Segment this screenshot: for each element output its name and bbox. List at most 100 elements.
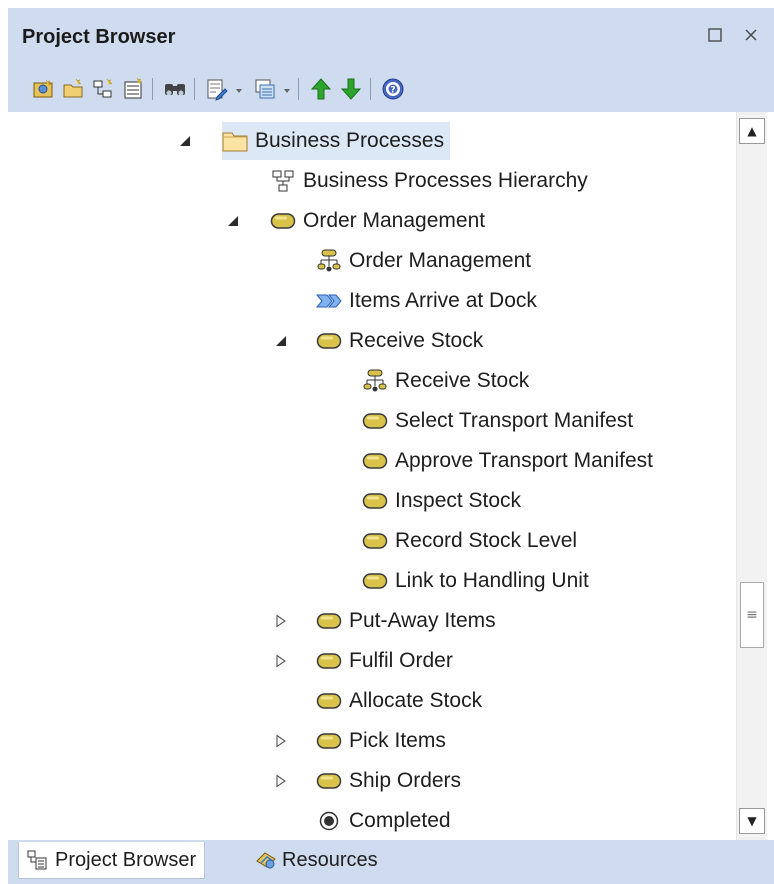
tree-item-label: Order Management: [349, 249, 532, 272]
activity-icon: [362, 528, 388, 554]
svg-text:?: ?: [390, 86, 395, 96]
scrollbar-thumb[interactable]: ≡: [740, 582, 764, 648]
tree-item[interactable]: Approve Transport Manifest: [362, 442, 659, 480]
new-diagram-button[interactable]: [90, 76, 116, 102]
collapsed-triangle-icon[interactable]: [272, 732, 290, 750]
tree-item-label: Put-Away Items: [349, 609, 496, 632]
activity-icon: [316, 728, 342, 754]
activity-diagram-icon: [362, 368, 388, 394]
tree-item[interactable]: Put-Away Items: [316, 602, 502, 640]
event-icon: [316, 288, 342, 314]
tree-item-label: Pick Items: [349, 729, 446, 752]
find-button[interactable]: [162, 76, 188, 102]
maximize-icon: [708, 28, 722, 42]
activity-icon: [362, 568, 388, 594]
tree-item[interactable]: Ship Orders: [316, 762, 467, 800]
activity-icon: [270, 208, 296, 234]
move-up-button[interactable]: [308, 76, 334, 102]
help-button[interactable]: ?: [380, 76, 406, 102]
expanded-triangle-icon[interactable]: [272, 332, 290, 350]
move-up-icon: [310, 78, 332, 100]
tab-resources[interactable]: Resources: [248, 842, 384, 878]
activity-icon: [316, 328, 342, 354]
folder-icon: [222, 128, 248, 154]
scroll-up-icon: ▲: [747, 124, 757, 138]
hierarchy-diagram-icon: [270, 168, 296, 194]
new-diagram-icon: [93, 78, 113, 98]
scroll-up-button[interactable]: ▲: [739, 118, 765, 144]
tab-label: Resources: [282, 848, 378, 871]
tree-item-label: Order Management: [303, 209, 486, 232]
tree-item[interactable]: Order Management: [270, 202, 491, 240]
tree-item[interactable]: Items Arrive at Dock: [316, 282, 543, 320]
new-package-button[interactable]: [60, 76, 86, 102]
toolbar-separator: [370, 78, 371, 100]
tree-item-label: Receive Stock: [395, 369, 530, 392]
new-element-button[interactable]: [120, 76, 146, 102]
chevron-down-icon[interactable]: [282, 86, 292, 96]
project-tree[interactable]: Business Processes Business Processes Hie…: [8, 112, 774, 840]
tree-item-label: Record Stock Level: [395, 529, 578, 552]
view-menu-button[interactable]: [252, 76, 278, 102]
collapsed-triangle-icon[interactable]: [272, 772, 290, 790]
tree-item[interactable]: Business Processes Hierarchy: [270, 162, 594, 200]
activity-icon: [316, 648, 342, 674]
tree-item[interactable]: Record Stock Level: [362, 522, 583, 560]
tab-project-browser[interactable]: Project Browser: [18, 842, 206, 879]
bottom-tab-bar: Project Browser Resources: [8, 840, 774, 884]
activity-diagram-icon: [316, 248, 342, 274]
tree-item[interactable]: Fulfil Order: [316, 642, 459, 680]
close-button[interactable]: [738, 22, 764, 48]
tree-item-label: Items Arrive at Dock: [349, 289, 537, 312]
tree-item-label: Completed: [349, 809, 451, 832]
tree-item[interactable]: Receive Stock: [362, 362, 535, 400]
expanded-triangle-icon[interactable]: [176, 132, 194, 150]
grip-icon: ≡: [746, 607, 758, 623]
vertical-scrollbar[interactable]: ▲ ≡ ▼: [736, 112, 767, 840]
collapsed-triangle-icon[interactable]: [272, 652, 290, 670]
tree-item-label: Select Transport Manifest: [395, 409, 634, 432]
new-model-icon: [33, 79, 53, 98]
view-menu-icon: [255, 79, 275, 99]
activity-icon: [362, 408, 388, 434]
tree-item[interactable]: Allocate Stock: [316, 682, 488, 720]
toolbar-separator: [194, 78, 195, 100]
activity-icon: [362, 488, 388, 514]
tree-item[interactable]: Select Transport Manifest: [362, 402, 639, 440]
tree-item-label: Ship Orders: [349, 769, 462, 792]
final-node-icon: [316, 808, 342, 834]
move-down-button[interactable]: [338, 76, 364, 102]
expanded-triangle-icon[interactable]: [224, 212, 242, 230]
tree-item-label: Inspect Stock: [395, 489, 522, 512]
tree-item[interactable]: Pick Items: [316, 722, 452, 760]
activity-icon: [316, 768, 342, 794]
collapsed-triangle-icon[interactable]: [272, 612, 290, 630]
chevron-down-icon[interactable]: [234, 86, 244, 96]
tree-item[interactable]: Receive Stock: [316, 322, 489, 360]
tree-item-label: Allocate Stock: [349, 689, 483, 712]
tab-label: Project Browser: [55, 848, 197, 871]
tree-item[interactable]: Business Processes: [222, 122, 451, 160]
tree-item-label: Approve Transport Manifest: [395, 449, 653, 472]
help-icon: ?: [382, 78, 404, 100]
tree-item-label: Fulfil Order: [349, 649, 453, 672]
tree-item[interactable]: Link to Handling Unit: [362, 562, 595, 600]
tree-item[interactable]: Completed: [316, 802, 457, 840]
tree-item[interactable]: Order Management: [316, 242, 537, 280]
activity-icon: [316, 608, 342, 634]
scroll-down-button[interactable]: ▼: [739, 808, 765, 834]
title-bar: Project Browser: [8, 8, 774, 64]
find-icon: [165, 84, 185, 96]
tree-item[interactable]: Inspect Stock: [362, 482, 527, 520]
new-package-icon: [63, 78, 83, 98]
new-model-button[interactable]: [30, 76, 56, 102]
close-icon: [745, 29, 757, 41]
toolbar-separator: [298, 78, 299, 100]
edit-properties-button[interactable]: [204, 76, 230, 102]
resources-icon: [254, 848, 278, 872]
panel-title: Project Browser: [22, 26, 176, 48]
project-browser-window: Project Browser ? Business Processes Bus…: [8, 8, 774, 884]
maximize-button[interactable]: [702, 22, 728, 48]
activity-icon: [316, 688, 342, 714]
move-down-icon: [340, 78, 362, 100]
